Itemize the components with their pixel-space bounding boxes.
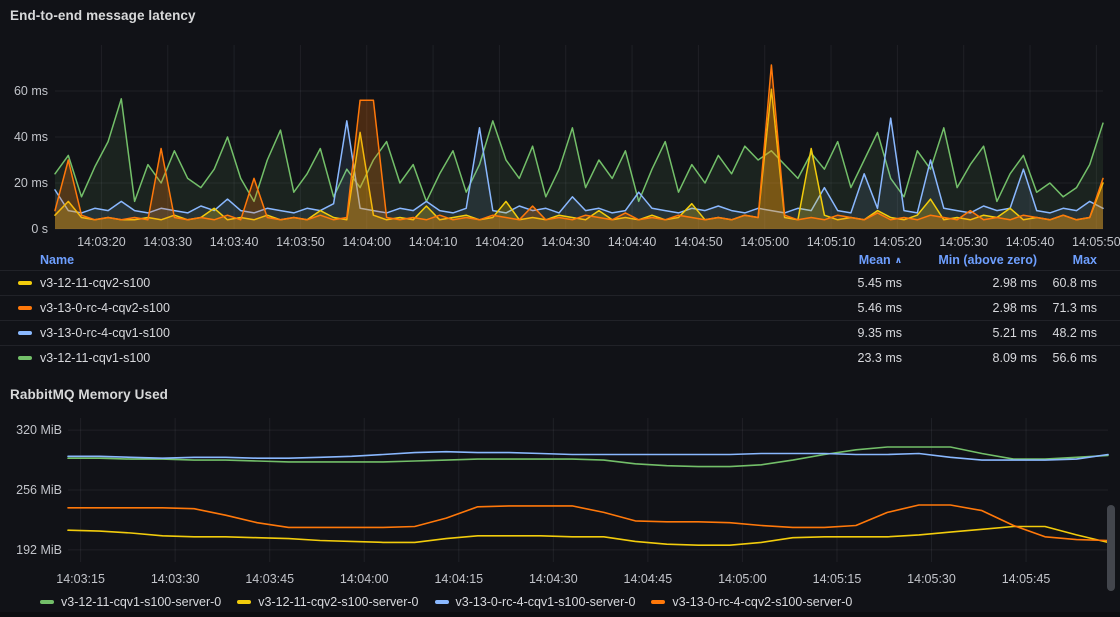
series-mean-value: 5.45 ms xyxy=(858,276,902,290)
series-max-value: 56.6 ms xyxy=(1053,351,1097,365)
column-header-min[interactable]: Min (above zero) xyxy=(938,253,1037,267)
legend-item[interactable]: v3-12-11-cqv1-s100-server-0 xyxy=(40,595,221,609)
legend-item[interactable]: v3-12-11-cqv2-s100-server-0 xyxy=(237,595,418,609)
svg-text:14:03:15: 14:03:15 xyxy=(56,572,105,586)
series-min-value: 2.98 ms xyxy=(993,301,1037,315)
svg-text:320 MiB: 320 MiB xyxy=(16,423,62,437)
legend-item[interactable]: v3-13-0-rc-4-cqv2-s100-server-0 xyxy=(651,595,852,609)
series-name[interactable]: v3-12-11-cqv1-s100 xyxy=(40,351,150,365)
column-header-max[interactable]: Max xyxy=(1073,253,1097,267)
memory-chart-legend: v3-12-11-cqv1-s100-server-0 v3-12-11-cqv… xyxy=(40,595,852,609)
series-min-value: 5.21 ms xyxy=(993,326,1037,340)
series-max-value: 71.3 ms xyxy=(1053,301,1097,315)
column-header-mean[interactable]: Mean∧ xyxy=(859,253,902,267)
series-mean-value: 23.3 ms xyxy=(858,351,902,365)
column-header-name[interactable]: Name xyxy=(40,253,74,267)
series-name: v3-13-0-rc-4-cqv2-s100-server-0 xyxy=(672,595,852,609)
series-name[interactable]: v3-13-0-rc-4-cqv1-s100 xyxy=(40,326,170,340)
legend-table-row[interactable]: v3-13-0-rc-4-cqv1-s100 9.35 ms 5.21 ms 4… xyxy=(0,320,1120,345)
series-min-value: 2.98 ms xyxy=(993,276,1037,290)
svg-text:14:05:00: 14:05:00 xyxy=(718,572,767,586)
legend-table-row[interactable]: v3-13-0-rc-4-cqv2-s100 5.46 ms 2.98 ms 7… xyxy=(0,295,1120,320)
legend-scrollbar[interactable] xyxy=(1107,505,1115,591)
dashboard: 0 s20 ms40 ms60 ms14:03:2014:03:3014:03:… xyxy=(0,0,1120,617)
series-color-swatch xyxy=(40,600,54,604)
svg-text:14:05:45: 14:05:45 xyxy=(1002,572,1051,586)
page-bottom-edge xyxy=(0,612,1120,617)
series-name: v3-12-11-cqv2-s100-server-0 xyxy=(258,595,418,609)
svg-text:14:04:30: 14:04:30 xyxy=(529,572,578,586)
series-color-swatch xyxy=(435,600,449,604)
svg-text:256 MiB: 256 MiB xyxy=(16,483,62,497)
svg-text:14:05:30: 14:05:30 xyxy=(907,572,956,586)
series-max-value: 60.8 ms xyxy=(1053,276,1097,290)
panel-title-latency: End-to-end message latency xyxy=(10,8,196,23)
series-max-value: 48.2 ms xyxy=(1053,326,1097,340)
svg-text:14:03:30: 14:03:30 xyxy=(151,572,200,586)
series-name: v3-13-0-rc-4-cqv1-s100-server-0 xyxy=(456,595,636,609)
series-color-swatch xyxy=(18,331,32,335)
series-color-swatch xyxy=(651,600,665,604)
series-mean-value: 9.35 ms xyxy=(858,326,902,340)
series-color-swatch xyxy=(18,306,32,310)
svg-text:14:04:15: 14:04:15 xyxy=(434,572,483,586)
series-min-value: 8.09 ms xyxy=(993,351,1037,365)
legend-table-row[interactable]: v3-12-11-cqv1-s100 23.3 ms 8.09 ms 56.6 … xyxy=(0,345,1120,370)
svg-text:14:05:15: 14:05:15 xyxy=(813,572,862,586)
series-mean-value: 5.46 ms xyxy=(858,301,902,315)
legend-item[interactable]: v3-13-0-rc-4-cqv1-s100-server-0 xyxy=(435,595,636,609)
series-color-swatch xyxy=(18,356,32,360)
svg-text:192 MiB: 192 MiB xyxy=(16,543,62,557)
sort-asc-icon: ∧ xyxy=(895,255,902,265)
svg-text:14:04:00: 14:04:00 xyxy=(340,572,389,586)
legend-table: Name Mean∧ Min (above zero) Max v3-12-11… xyxy=(0,249,1120,369)
svg-text:14:04:45: 14:04:45 xyxy=(624,572,673,586)
series-name[interactable]: v3-12-11-cqv2-s100 xyxy=(40,276,150,290)
series-color-swatch xyxy=(18,281,32,285)
series-color-swatch xyxy=(237,600,251,604)
panel-title-memory: RabbitMQ Memory Used xyxy=(10,387,168,402)
legend-table-row[interactable]: v3-12-11-cqv2-s100 5.45 ms 2.98 ms 60.8 … xyxy=(0,270,1120,295)
svg-text:14:03:45: 14:03:45 xyxy=(245,572,294,586)
legend-table-header: Name Mean∧ Min (above zero) Max xyxy=(0,249,1120,270)
series-name[interactable]: v3-13-0-rc-4-cqv2-s100 xyxy=(40,301,170,315)
series-name: v3-12-11-cqv1-s100-server-0 xyxy=(61,595,221,609)
